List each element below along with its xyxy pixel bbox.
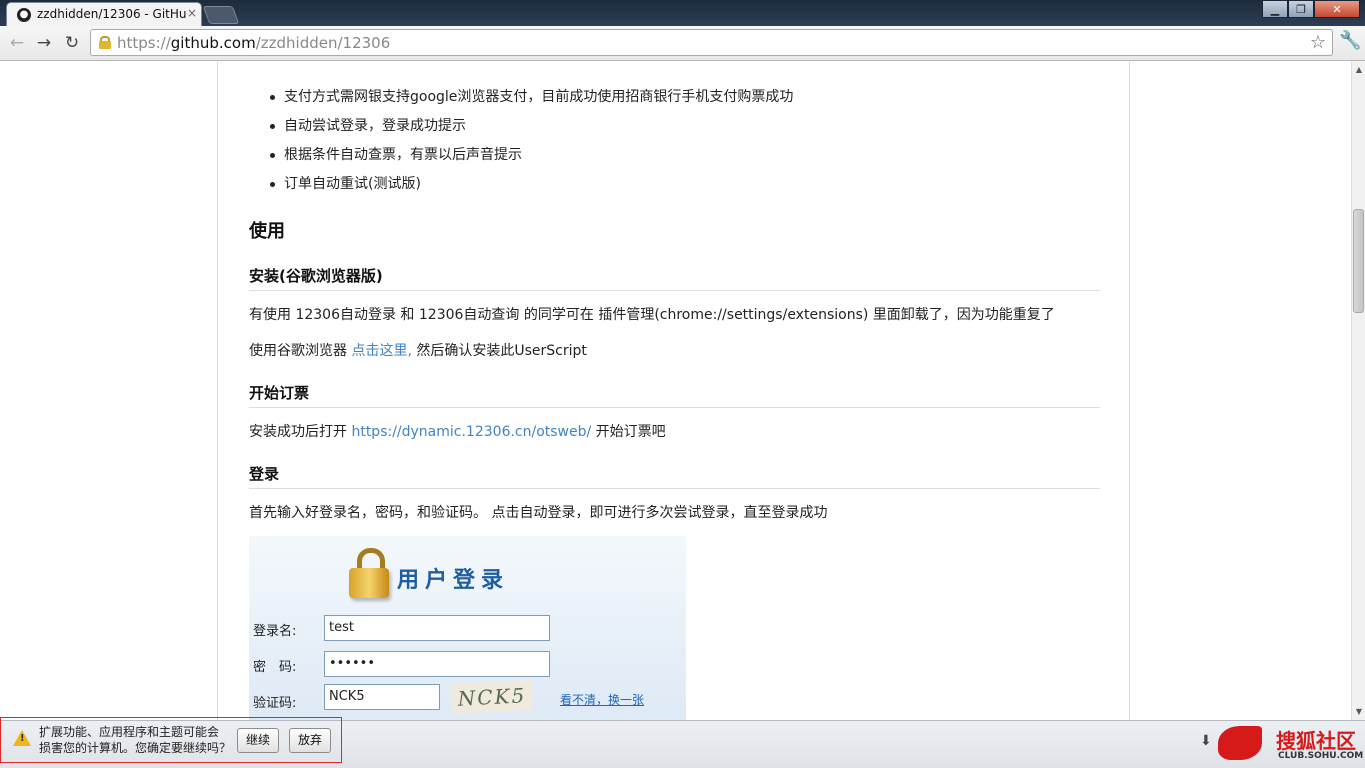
tab-close-icon[interactable]: × [187,6,197,20]
sohu-watermark: 搜狐社区 CLUB.SOHU.COM [1218,723,1364,765]
login-paragraph: 首先输入好登录名，密码，和验证码。 点击自动登录，即可进行多次尝试登录，直至登录… [249,505,828,521]
warning-text: 扩展功能、应用程序和主题可能会 损害您的计算机。您确定要继续吗？ [39,725,232,755]
refresh-captcha-link[interactable]: 看不清，换一张 [560,691,644,708]
order-heading: 开始订票 [249,382,1100,408]
install-link[interactable]: 点击这里, [351,343,411,359]
install-paragraph: 有使用 12306自动登录 和 12306自动查询 的同学可在 插件管理(chr… [249,307,1055,323]
download-bar: ! 扩展功能、应用程序和主题可能会 损害您的计算机。您确定要继续吗？ 继续 放弃… [0,717,1365,768]
password-field[interactable]: •••••• [324,651,550,677]
login-screenshot: 用户登录 登录名: test 密 码: •••••• 验证码: NCK5 NCK… [249,536,686,720]
login-title: 用户登录 [397,568,510,593]
extension-warning: ! 扩展功能、应用程序和主题可能会 损害您的计算机。您确定要继续吗？ 继续 放弃 [0,717,342,763]
readme-content: 支付方式需网银支持google浏览器支付，目前成功使用招商银行手机支付购票成功 … [217,61,1130,720]
reload-icon[interactable]: ↻ [61,32,83,54]
feature-list: 支付方式需网银支持google浏览器支付，目前成功使用招商银行手机支付购票成功 … [248,85,793,201]
order-line: 安装成功后打开 https://dynamic.12306.cn/otsweb/… [249,424,666,440]
browser-toolbar: ← → ↻ https://github.com/zzdhidden/12306… [0,26,1365,61]
url-text[interactable]: https://github.com/zzdhidden/12306 [117,34,390,52]
captcha-image: NCK5 [451,679,533,715]
watermark-name: 搜狐社区 [1276,729,1356,753]
username-field[interactable]: test [324,615,550,641]
padlock-icon [349,548,391,600]
continue-button[interactable]: 继续 [237,728,280,753]
address-bar[interactable]: https://github.com/zzdhidden/12306 ☆ [90,29,1333,56]
discard-button[interactable]: 放弃 [289,728,332,753]
github-icon: ● [17,8,31,22]
scroll-up-icon[interactable]: ▲ [1354,65,1364,74]
list-item: 自动尝试登录，登录成功提示 [248,114,793,143]
list-item: 支付方式需网银支持google浏览器支付，目前成功使用招商银行手机支付购票成功 [248,85,793,114]
title-bar: ● zzdhidden/12306 - GitHu × ▁ ❐ ✕ [0,0,1365,26]
vertical-scrollbar[interactable]: ▲ ▼ [1351,61,1365,720]
password-label: 密 码: [253,660,297,675]
username-label: 登录名: [253,624,297,639]
wrench-icon[interactable]: 🔧 [1339,30,1361,51]
usage-heading: 使用 [249,221,285,242]
download-arrow-icon[interactable]: ⬇ [1200,733,1212,749]
watermark-url: CLUB.SOHU.COM [1278,751,1364,761]
install-heading: 安装(谷歌浏览器版) [249,265,1100,291]
lock-icon [99,36,111,49]
back-icon[interactable]: ← [6,32,28,54]
scroll-down-icon[interactable]: ▼ [1354,707,1364,716]
list-item: 订单自动重试(测试版) [248,172,793,201]
captcha-label: 验证码: [253,696,297,711]
warning-icon: ! [13,730,31,746]
fox-logo-icon [1218,726,1262,760]
browser-tab[interactable]: ● zzdhidden/12306 - GitHu × [6,2,202,26]
bookmark-star-icon[interactable]: ☆ [1310,32,1326,53]
captcha-field[interactable]: NCK5 [324,684,440,710]
minimize-button[interactable]: ▁ [1262,0,1288,18]
page-viewport: 支付方式需网银支持google浏览器支付，目前成功使用招商银行手机支付购票成功 … [0,61,1351,720]
new-tab-button[interactable] [202,6,240,24]
forward-icon[interactable]: → [33,32,55,54]
close-window-button[interactable]: ✕ [1314,0,1360,18]
login-heading: 登录 [249,463,1100,489]
tab-title: zzdhidden/12306 - GitHu [37,7,187,21]
maximize-button[interactable]: ❐ [1288,0,1314,18]
install-line: 使用谷歌浏览器 点击这里, 然后确认安装此UserScript [249,343,587,359]
otsweb-link[interactable]: https://dynamic.12306.cn/otsweb/ [351,424,591,440]
list-item: 根据条件自动查票，有票以后声音提示 [248,143,793,172]
scroll-thumb[interactable] [1353,209,1364,313]
